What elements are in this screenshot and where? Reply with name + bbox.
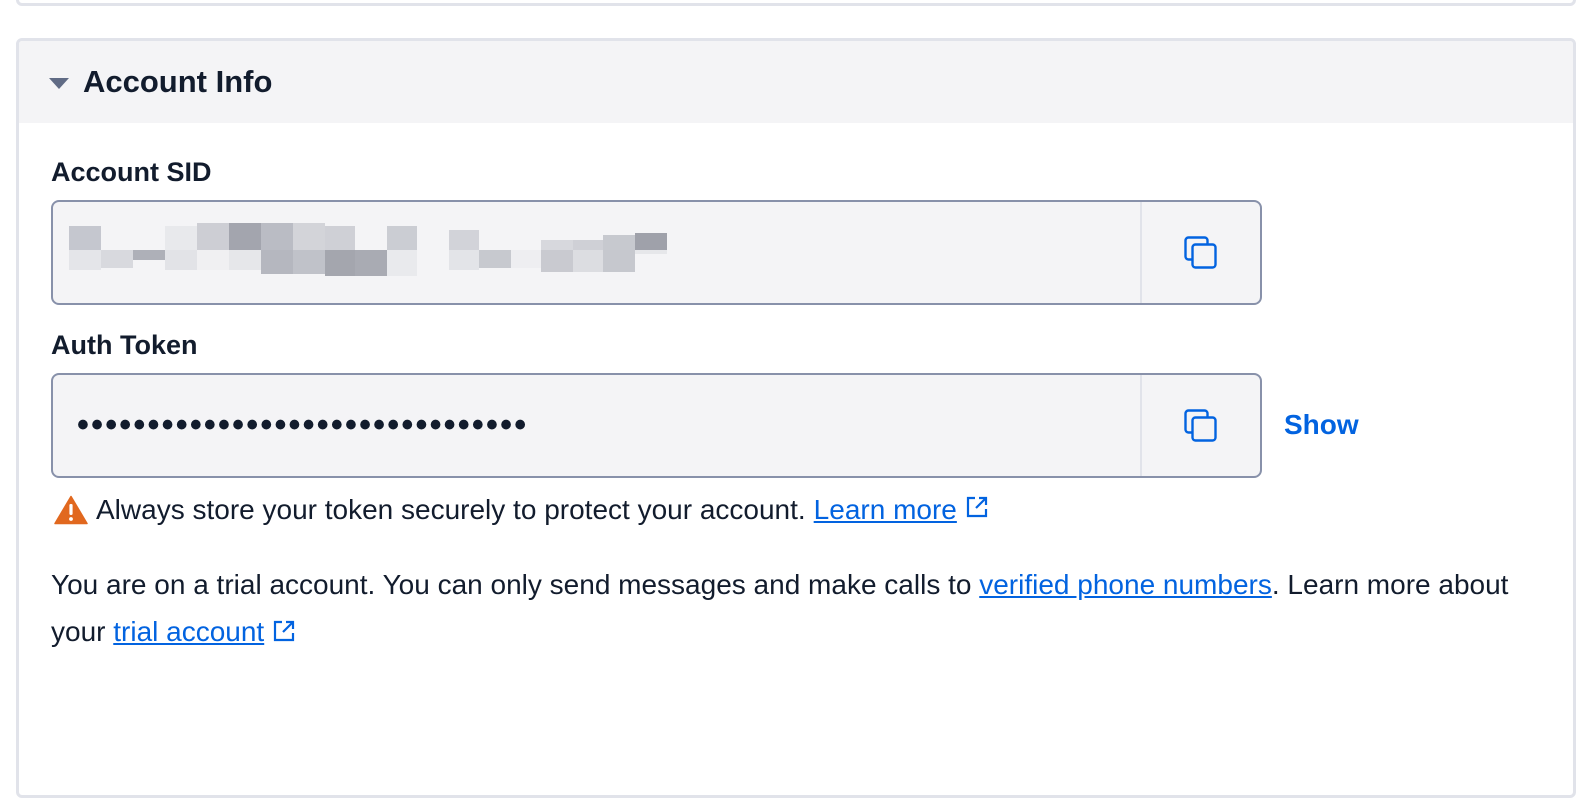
account-sid-value[interactable] [53,202,1140,303]
show-token-button[interactable]: Show [1284,409,1359,441]
previous-card [16,0,1576,6]
copy-icon [1184,408,1217,442]
masked-token: •••••••••••••••••••••••••••••••• [77,406,529,444]
redacted-value [69,222,667,283]
warning-text: Always store your token securely to prot… [96,494,806,525]
caret-down-icon[interactable] [49,77,69,89]
auth-token-value[interactable]: •••••••••••••••••••••••••••••••• [53,375,1140,476]
token-warning: Always store your token securely to prot… [54,494,989,526]
trial-notice: You are on a trial account. You can only… [51,561,1521,657]
external-link-icon[interactable] [965,494,989,526]
auth-token-field[interactable]: •••••••••••••••••••••••••••••••• [51,373,1262,478]
trial-account-link[interactable]: trial account [113,616,264,647]
verified-phone-numbers-link[interactable]: verified phone numbers [979,569,1272,600]
warning-icon [54,495,88,525]
copy-auth-token-button[interactable] [1140,375,1260,476]
account-info-card: Account Info Account SID Auth Token ••••… [16,38,1576,798]
card-title: Account Info [83,64,273,99]
copy-account-sid-button[interactable] [1140,202,1260,303]
trial-text-before: You are on a trial account. You can only… [51,569,980,600]
copy-icon [1184,235,1217,269]
account-sid-label: Account SID [51,157,212,187]
learn-more-link[interactable]: Learn more [814,494,957,526]
account-sid-field[interactable] [51,200,1262,305]
external-link-icon[interactable] [272,610,296,657]
auth-token-label: Auth Token [51,330,198,360]
account-info-disclosure[interactable]: Account Info [19,41,1573,123]
